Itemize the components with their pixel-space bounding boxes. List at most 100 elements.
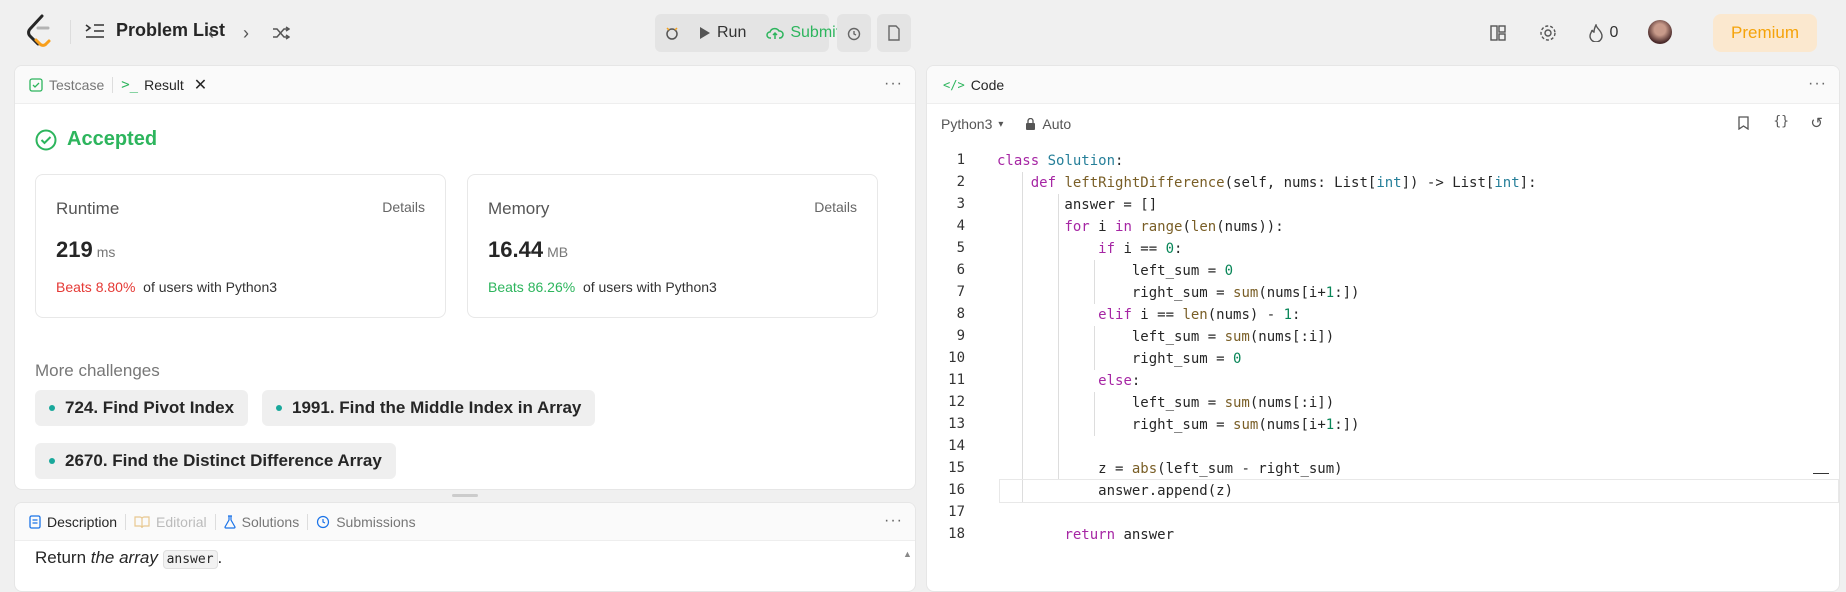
more-options-icon[interactable]: ··· xyxy=(884,512,903,530)
resize-handle[interactable] xyxy=(452,494,478,497)
language-label: Python3 xyxy=(941,116,993,132)
run-label: Run xyxy=(717,24,747,41)
tab-testcase[interactable]: Testcase xyxy=(21,66,112,104)
avatar[interactable] xyxy=(1648,20,1672,44)
tab-description[interactable]: Description xyxy=(21,503,125,541)
line-number: 2 xyxy=(956,174,965,190)
line-number: 4 xyxy=(956,218,965,234)
tab-submissions-label: Submissions xyxy=(336,513,416,530)
chevron-right-icon[interactable]: › xyxy=(233,20,259,46)
line-number: 16 xyxy=(948,482,965,498)
code-icon: </> xyxy=(943,77,965,92)
challenge-chip[interactable]: 724. Find Pivot Index xyxy=(35,390,249,426)
challenge-chip[interactable]: 1991. Find the Middle Index in Array xyxy=(262,390,596,426)
tab-submissions[interactable]: Submissions xyxy=(308,503,423,541)
description-panel-header: Description Editorial Solutions Submissi… xyxy=(15,503,915,541)
tab-solutions[interactable]: Solutions xyxy=(216,503,308,541)
code-line: right_sum = sum(nums[i+1:]) xyxy=(997,417,1360,433)
runtime-value: 219 ms xyxy=(56,237,116,262)
terminal-icon: >_ xyxy=(121,76,139,93)
memory-card: Memory Details 16.44 MB Beats 86.26% of u… xyxy=(467,174,878,318)
challenge-chip[interactable]: 2670. Find the Distinct Difference Array xyxy=(35,443,396,479)
more-challenges-heading: More challenges xyxy=(35,361,160,380)
tab-code[interactable]: </> Code xyxy=(935,66,1012,104)
run-button[interactable]: Run xyxy=(689,14,756,52)
format-braces-icon[interactable]: {} xyxy=(1773,114,1789,129)
scroll-up-icon[interactable]: ▲ xyxy=(903,549,912,559)
code-line: left_sum = 0 xyxy=(997,263,1234,279)
top-bar: Problem List ‹ › Run Submit 0 Premium xyxy=(0,0,1846,64)
fire-icon xyxy=(1588,24,1603,42)
code-line: return answer xyxy=(1064,527,1175,543)
line-number: 17 xyxy=(948,504,965,520)
memory-beats: Beats 86.26% of users with Python3 xyxy=(488,279,717,295)
line-number: 3 xyxy=(956,196,965,212)
history-icon xyxy=(317,515,330,528)
auto-mode[interactable]: Auto xyxy=(1025,116,1071,132)
code-line: def leftRightDifference(self, nums: List… xyxy=(1030,175,1537,191)
scrollbar[interactable]: ▲ ▼ xyxy=(915,176,916,490)
play-icon xyxy=(700,27,710,39)
language-select[interactable]: Python3 ▾ xyxy=(941,116,1003,132)
bullet-dot xyxy=(276,405,282,411)
result-content: Accepted Runtime Details 219 ms Beats 8.8… xyxy=(15,104,895,489)
code-line: left_sum = sum(nums[:i]) xyxy=(997,395,1335,411)
description-text: Return the array answer. xyxy=(35,548,223,569)
auto-label: Auto xyxy=(1042,116,1072,132)
tab-description-label: Description xyxy=(47,513,118,530)
document-icon xyxy=(29,514,41,529)
code-line: right_sum = 0 xyxy=(997,351,1242,367)
more-options-icon[interactable]: ··· xyxy=(884,75,903,93)
code-line: for i in range(len(nums)): xyxy=(1064,219,1284,235)
tab-editorial[interactable]: Editorial xyxy=(126,503,215,541)
status-text: Accepted xyxy=(67,128,158,150)
layout-icon[interactable] xyxy=(1483,18,1513,48)
line-number: 9 xyxy=(956,328,965,344)
chevron-left-icon[interactable]: ‹ xyxy=(198,20,224,46)
code-line: if i == 0: xyxy=(1098,241,1183,257)
code-line: answer.append(z) xyxy=(997,483,1234,499)
debug-button[interactable] xyxy=(655,14,689,52)
reset-icon[interactable]: ↺ xyxy=(1810,114,1823,132)
code-line: else: xyxy=(1098,373,1141,389)
line-number: 10 xyxy=(948,350,965,366)
flask-icon xyxy=(224,514,236,529)
timer-button[interactable] xyxy=(837,14,871,52)
notes-button[interactable] xyxy=(877,14,911,52)
runtime-details-link[interactable]: Details xyxy=(382,199,425,215)
close-icon[interactable]: ✕ xyxy=(194,75,207,95)
tab-result-label: Result xyxy=(144,76,184,93)
code-line: answer = [] xyxy=(997,197,1158,213)
result-panel-header: Testcase >_ Result ✕ ··· xyxy=(15,66,915,104)
line-number: 13 xyxy=(948,416,965,432)
runtime-card: Runtime Details 219 ms Beats 8.80% of use… xyxy=(35,174,446,318)
line-number: 1 xyxy=(956,152,965,168)
description-panel: Description Editorial Solutions Submissi… xyxy=(14,502,916,592)
book-icon xyxy=(134,515,150,528)
runtime-beats: Beats 8.80% of users with Python3 xyxy=(56,279,278,295)
bullet-dot xyxy=(49,405,55,411)
leetcode-logo-icon[interactable] xyxy=(24,14,54,50)
run-submit-group: Run Submit xyxy=(655,14,840,52)
gear-icon[interactable] xyxy=(1533,18,1563,48)
code-editor[interactable]: 1 2 3 4 5 6 7 8 9 10 11 12 13 14 15 16 17 18 class Soluti… xyxy=(927,150,1839,590)
code-line: class Solution: xyxy=(997,153,1124,169)
line-number: 8 xyxy=(956,306,965,322)
bug-icon xyxy=(666,27,678,40)
tab-editorial-label: Editorial xyxy=(156,513,207,530)
shuffle-icon[interactable] xyxy=(268,20,294,46)
line-number: 18 xyxy=(948,526,965,542)
streak-counter[interactable]: 0 xyxy=(1578,18,1628,48)
more-options-icon[interactable]: ··· xyxy=(1808,75,1827,93)
line-number: 15 xyxy=(948,460,965,476)
submit-label: Submit xyxy=(790,24,841,41)
streak-count: 0 xyxy=(1609,24,1619,41)
premium-button[interactable]: Premium xyxy=(1713,14,1817,52)
alarm-clock-icon xyxy=(847,27,861,41)
bookmark-icon[interactable] xyxy=(1738,116,1749,133)
check-circle-icon xyxy=(35,129,57,150)
status-accepted: Accepted xyxy=(35,128,157,151)
memory-details-link[interactable]: Details xyxy=(814,199,857,215)
tab-result[interactable]: >_ Result ✕ xyxy=(113,66,215,104)
line-number: 7 xyxy=(956,284,965,300)
